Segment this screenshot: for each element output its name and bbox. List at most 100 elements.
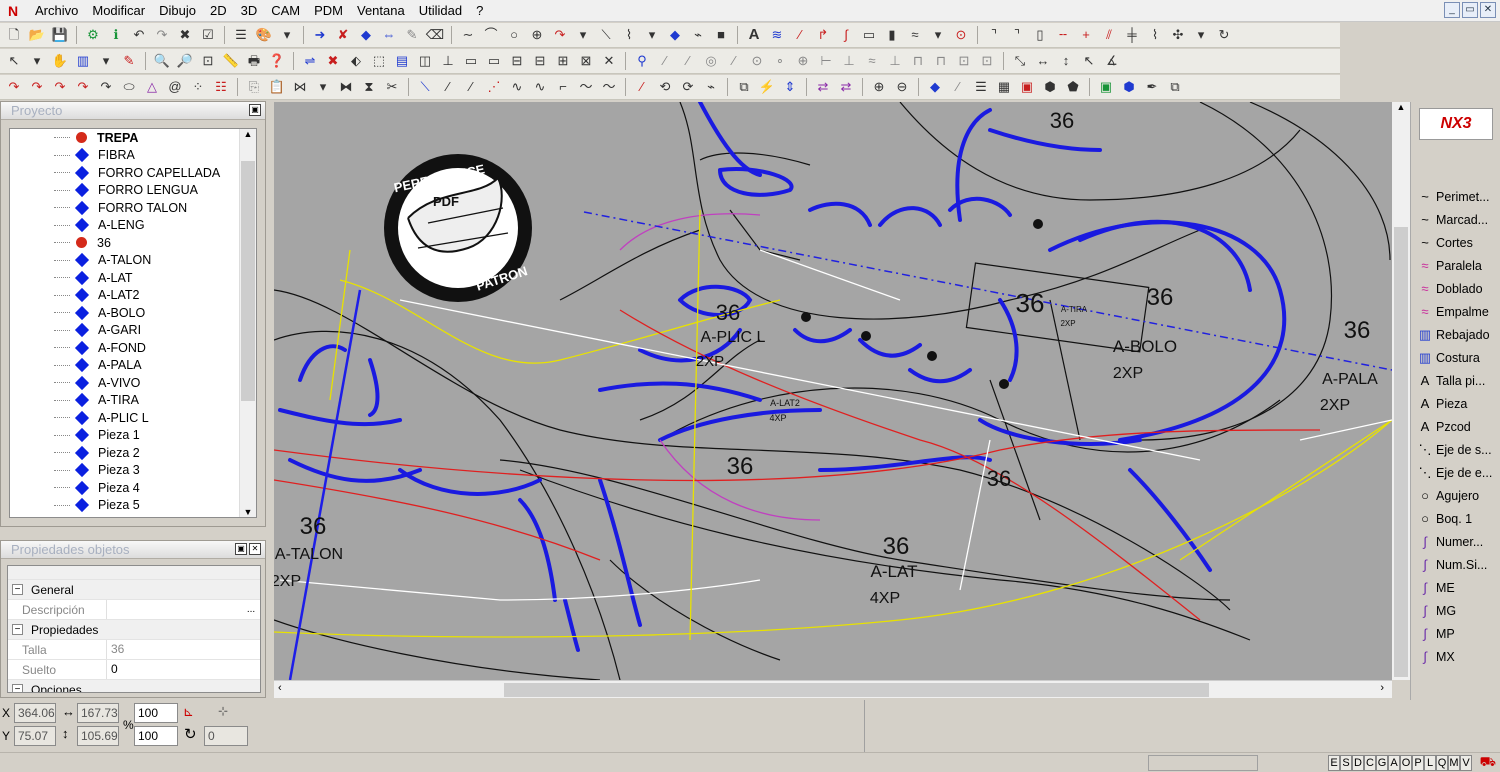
collapse-icon[interactable]: − <box>12 584 23 595</box>
mirror-icon[interactable]: ⧓ <box>336 77 356 97</box>
plus-dash-icon[interactable]: ╪ <box>1122 25 1142 45</box>
line2-icon[interactable]: ⁄ <box>461 77 481 97</box>
scroll-up-icon[interactable]: ▲ <box>240 129 256 139</box>
tree-item[interactable]: FORRO TALON <box>10 199 256 217</box>
multi-icon[interactable]: ⧉ <box>1165 77 1185 97</box>
ellipsis-button[interactable]: ... <box>242 604 260 615</box>
fill-rect-icon[interactable]: ■ <box>711 25 731 45</box>
polyline-icon[interactable]: ⌇ <box>619 25 639 45</box>
grey-tool3-icon[interactable]: ◎ <box>701 51 721 71</box>
undo-icon[interactable]: ↶ <box>129 25 149 45</box>
zoom-out-icon[interactable]: 🔎 <box>175 51 195 71</box>
tree-item[interactable]: A-FOND <box>10 339 256 357</box>
page-icon[interactable]: ▯ <box>1030 25 1050 45</box>
piece-label[interactable]: A-LAT2 <box>770 398 800 408</box>
angle-icon[interactable]: ∡ <box>1102 51 1122 71</box>
tree-item[interactable]: A-PLIC L <box>10 409 256 427</box>
x-coordinate-field[interactable]: 364.06 <box>14 703 56 723</box>
menu-item[interactable]: 2D <box>203 1 234 21</box>
canvas-vertical-scrollbar[interactable]: ▲ <box>1392 102 1410 680</box>
zigzag-icon[interactable]: ⌁ <box>688 25 708 45</box>
piece-label[interactable]: A-BOLO <box>1113 337 1177 356</box>
grey-tool6-icon[interactable]: ∘ <box>770 51 790 71</box>
select-arrow-icon[interactable]: ➜ <box>310 25 330 45</box>
menu-item[interactable]: CAM <box>264 1 307 21</box>
mode-button[interactable]: V <box>1460 755 1472 771</box>
hook-icon[interactable]: ↷ <box>550 25 570 45</box>
corner-cut2-icon[interactable]: ⌝ <box>1007 25 1027 45</box>
tool-item[interactable]: ~ Perimet... <box>1411 185 1500 208</box>
project-tree[interactable]: TREPA FIBRA FORRO CAPELLADA FORRO LENGUA FOR… <box>9 128 257 518</box>
target-icon[interactable]: ⊙ <box>951 25 971 45</box>
stairs-icon[interactable]: ⌐ <box>553 77 573 97</box>
spiral-icon[interactable]: @ <box>165 77 185 97</box>
zoom-in-icon[interactable]: 🔍 <box>152 51 172 71</box>
scale-x-field[interactable]: 100 <box>134 703 178 723</box>
piece-label[interactable]: 2XP <box>1113 365 1143 382</box>
tree-item[interactable]: A-TALON <box>10 252 256 270</box>
grey-tool9-icon[interactable]: ⊥ <box>839 51 859 71</box>
rotate2-icon[interactable]: ⟳ <box>678 77 698 97</box>
dropdown-arrow-icon[interactable]: ▾ <box>928 25 948 45</box>
zoom-plus-icon[interactable]: ⊕ <box>869 77 889 97</box>
color-palette-icon[interactable]: 🎨 <box>254 25 274 45</box>
dropdown-arrow-icon[interactable]: ▾ <box>573 25 593 45</box>
tree-item[interactable]: A-VIVO <box>10 374 256 392</box>
close-icon[interactable]: ✕ <box>1480 2 1496 18</box>
delete-icon[interactable]: ✖ <box>175 25 195 45</box>
panel-close-icon[interactable]: ✕ <box>249 543 261 555</box>
arc-red1-icon[interactable]: ↷ <box>4 77 24 97</box>
print-icon[interactable]: 🖶 <box>244 51 264 71</box>
mode-button[interactable]: O <box>1400 755 1412 771</box>
panel-pin-icon[interactable]: ▣ <box>235 543 247 555</box>
tool-item[interactable]: ~ Cortes <box>1411 231 1500 254</box>
open-folder-icon[interactable]: 📂 <box>27 25 47 45</box>
piece-label[interactable]: 2XP <box>1060 319 1075 328</box>
triangle-icon[interactable]: △ <box>142 77 162 97</box>
refresh-icon[interactable]: ↻ <box>1214 25 1234 45</box>
arc-icon[interactable]: ⌒ <box>481 25 501 45</box>
tree-item[interactable]: A-LENG <box>10 217 256 235</box>
tree-item[interactable]: TREPA <box>10 129 256 147</box>
grey-a-icon[interactable]: ⁄ <box>948 77 968 97</box>
corner-cut-icon[interactable]: ⌝ <box>984 25 1004 45</box>
dropdown-arrow-icon[interactable]: ▾ <box>277 25 297 45</box>
wave2-icon[interactable]: 〜 <box>576 77 596 97</box>
scroll-up-icon[interactable]: ▲ <box>1392 102 1410 116</box>
tree-item[interactable]: A-TIRA <box>10 392 256 410</box>
split-icon[interactable]: ◫ <box>415 51 435 71</box>
canvas-horizontal-scrollbar[interactable]: ‹ › <box>274 680 1392 698</box>
circle-icon[interactable]: ○ <box>504 25 524 45</box>
line-icon[interactable]: ⁄ <box>438 77 458 97</box>
eraser-icon[interactable]: ⌫ <box>425 25 445 45</box>
piece-label[interactable]: 36 <box>987 466 1011 491</box>
arc-red2-icon[interactable]: ↷ <box>27 77 47 97</box>
tree-item[interactable]: FORRO LENGUA <box>10 182 256 200</box>
tool-item[interactable]: ∫ MX <box>1411 645 1500 668</box>
grey-tool4-icon[interactable]: ⁄ <box>724 51 744 71</box>
cube-icon[interactable]: ⬢ <box>1119 77 1139 97</box>
cut-line-icon[interactable]: ⁄ <box>632 77 652 97</box>
wave-tool-icon[interactable]: ≈ <box>905 25 925 45</box>
cross-cut-icon[interactable]: + <box>1076 25 1096 45</box>
tree-scroll-thumb[interactable] <box>241 161 255 401</box>
collapse-icon[interactable]: − <box>12 684 23 692</box>
mode-button[interactable]: D <box>1352 755 1364 771</box>
shape-icon[interactable]: ⬢ <box>1040 77 1060 97</box>
rotate-icon[interactable]: ↻ <box>184 725 197 743</box>
table-icon[interactable]: ▤ <box>392 51 412 71</box>
tree-item[interactable]: Pieza 3 <box>10 462 256 480</box>
wave3-icon[interactable]: 〜 <box>599 77 619 97</box>
align-icon[interactable]: ☰ <box>971 77 991 97</box>
measure-v-icon[interactable]: ↕ <box>1056 51 1076 71</box>
grey-tool1-icon[interactable]: ⁄ <box>655 51 675 71</box>
piece-label[interactable]: 36 <box>1147 284 1174 311</box>
menu-item[interactable]: PDM <box>307 1 350 21</box>
app-logo-icon[interactable]: N <box>8 4 22 18</box>
dropdown-arrow-icon[interactable]: ▾ <box>27 51 47 71</box>
slash-icon[interactable]: ⁄ <box>790 25 810 45</box>
mode-button[interactable]: A <box>1388 755 1400 771</box>
rotate-icon[interactable]: ⟲ <box>655 77 675 97</box>
zigzag2-icon[interactable]: ⌇ <box>1145 25 1165 45</box>
piece-label[interactable]: 36 <box>883 533 910 560</box>
